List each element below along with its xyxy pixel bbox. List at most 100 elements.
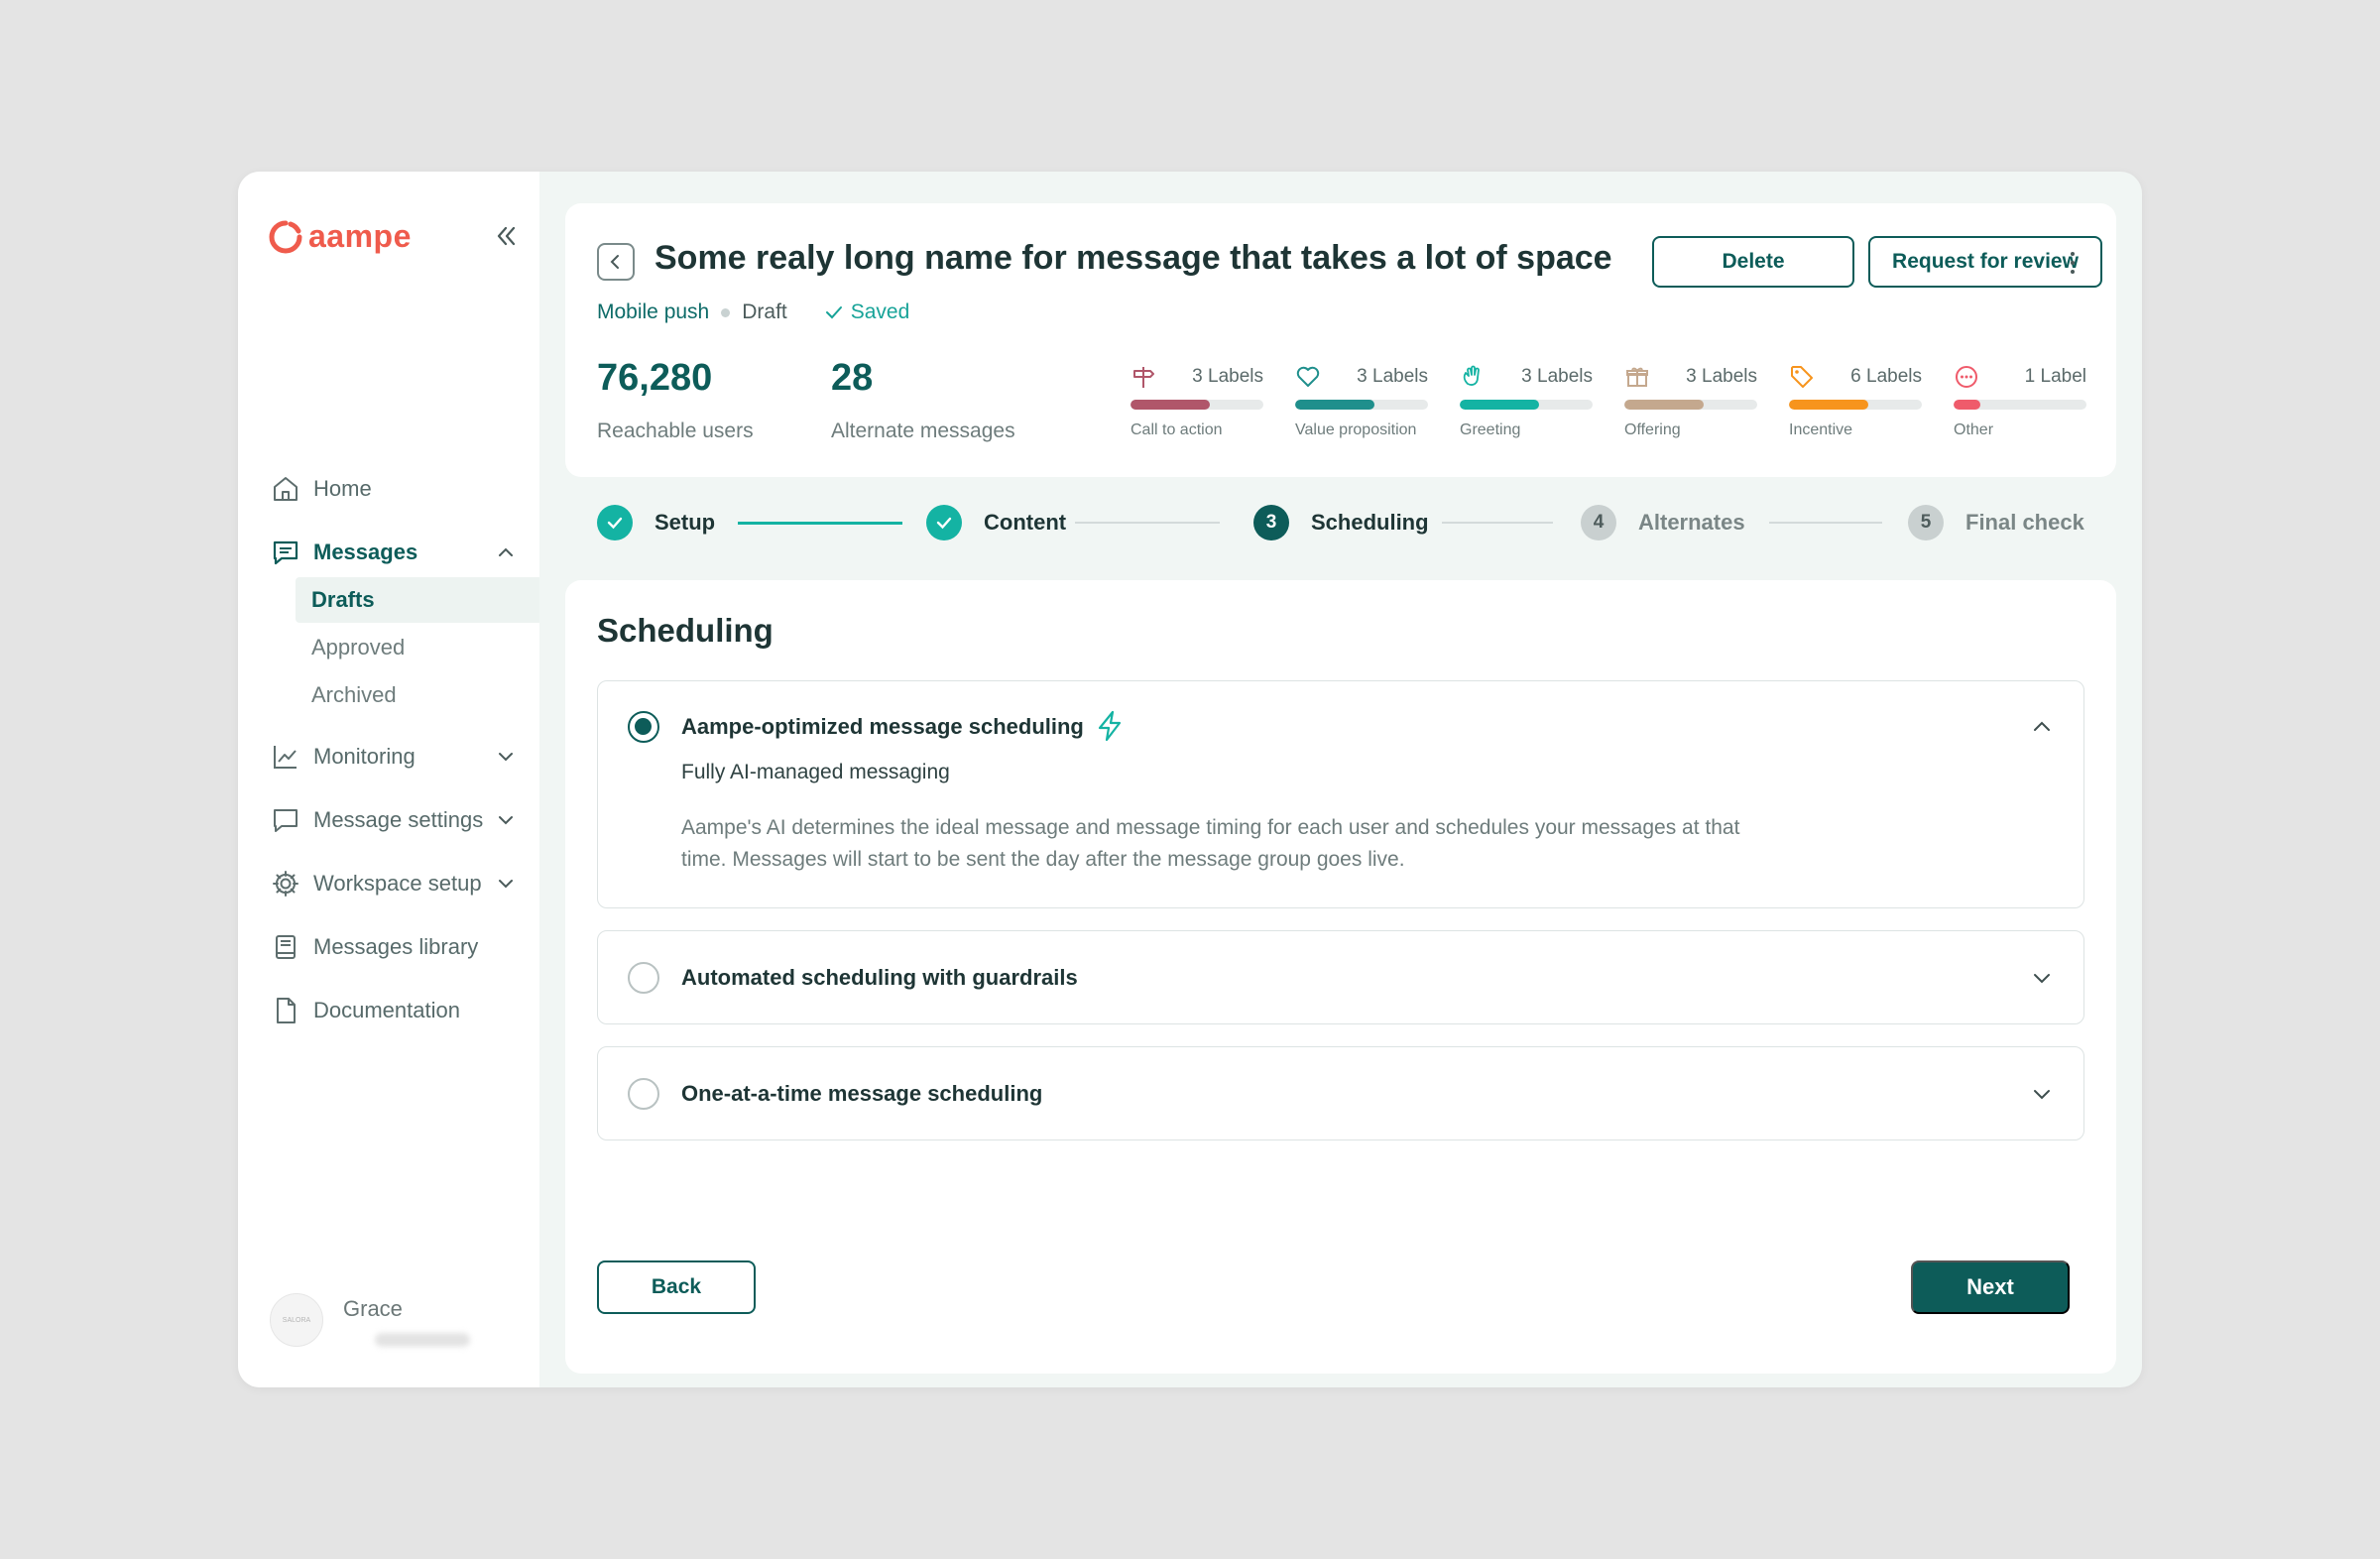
option-title: Automated scheduling with guardrails <box>681 965 1078 990</box>
step-label: Scheduling <box>1311 510 1429 535</box>
label-group-incentive[interactable]: 6 Labels Incentive <box>1789 364 1922 439</box>
step-content[interactable]: Content <box>926 475 1066 570</box>
monitoring-expand-toggle[interactable] <box>491 742 521 772</box>
option-description: Aampe's AI determines the ideal message … <box>681 816 1740 871</box>
reachable-users-label: Reachable users <box>597 420 754 442</box>
expand-option-button[interactable] <box>2026 1078 2058 1110</box>
label-bar <box>1460 400 1593 410</box>
step-final-check[interactable]: 5 Final check <box>1908 475 2084 570</box>
label-count: 6 Labels <box>1850 366 1922 387</box>
alternate-messages-label: Alternate messages <box>831 420 1015 442</box>
step-number: 3 <box>1253 505 1289 540</box>
channel-label: Mobile push <box>597 300 710 323</box>
progress-stepper: Setup Content 3 Scheduling 4 Alternates … <box>565 475 2116 570</box>
gift-icon <box>1626 367 1648 387</box>
nav-home[interactable]: Home <box>270 469 372 509</box>
next-button[interactable]: Next <box>1911 1260 2070 1314</box>
gear-icon <box>270 868 301 899</box>
scheduling-panel: Scheduling Aampe-optimized message sched… <box>565 580 2116 1374</box>
message-header: Some realy long name for message that ta… <box>565 203 2116 477</box>
nav-workspace-setup-label: Workspace setup <box>313 871 482 896</box>
saved-label: Saved <box>850 300 910 323</box>
message-settings-expand-toggle[interactable] <box>491 805 521 835</box>
chevron-down-icon <box>2034 1090 2050 1100</box>
option-guardrails[interactable]: Automated scheduling with guardrails <box>597 930 2084 1024</box>
step-connector <box>1442 522 1553 524</box>
tag-icon <box>1791 366 1813 388</box>
nav-documentation[interactable]: Documentation <box>270 991 460 1030</box>
nav-messages-library-label: Messages library <box>313 934 479 959</box>
label-bar-fill <box>1130 400 1211 410</box>
nav-sub-drafts[interactable]: Drafts <box>296 577 539 623</box>
messages-collapse-toggle[interactable] <box>491 538 521 567</box>
reachable-users-value: 76,280 <box>597 357 713 399</box>
chevron-down-icon <box>499 753 513 762</box>
label-name: Other <box>1954 421 1994 438</box>
step-label: Final check <box>1965 510 2084 535</box>
chat-settings-icon <box>270 804 301 836</box>
nav-sub-archived[interactable]: Archived <box>296 672 539 718</box>
label-group-other[interactable]: 1 Label Other <box>1954 364 2086 439</box>
label-count: 3 Labels <box>1686 366 1757 387</box>
user-profile[interactable]: SALORA Grace <box>270 1293 470 1347</box>
saved-indicator: Saved <box>823 300 910 324</box>
label-count: 3 Labels <box>1192 366 1263 387</box>
radio-one-at-a-time[interactable] <box>628 1078 659 1110</box>
nav-monitoring-label: Monitoring <box>313 744 416 769</box>
label-bar <box>1130 400 1263 410</box>
separator-dot <box>721 307 731 317</box>
label-name: Greeting <box>1460 421 1521 438</box>
label-group-value-proposition[interactable]: 3 Labels Value proposition <box>1295 364 1428 439</box>
back-arrow-button[interactable] <box>597 243 635 281</box>
label-group-offering[interactable]: 3 Labels Offering <box>1624 364 1757 439</box>
step-label: Content <box>984 510 1067 535</box>
delete-button[interactable]: Delete <box>1652 236 1854 288</box>
label-bar <box>1789 400 1922 410</box>
logo-text: aampe <box>308 218 412 254</box>
label-name: Call to action <box>1130 421 1223 438</box>
document-icon <box>270 995 301 1026</box>
expand-option-button[interactable] <box>2026 962 2058 994</box>
label-group-greeting[interactable]: 3 Labels Greeting <box>1460 364 1593 439</box>
step-setup[interactable]: Setup <box>597 475 715 570</box>
option-one-at-a-time[interactable]: One-at-a-time message scheduling <box>597 1046 2084 1140</box>
label-count: 3 Labels <box>1521 366 1593 387</box>
label-bar <box>1624 400 1757 410</box>
page-title: Some realy long name for message that ta… <box>654 239 1612 277</box>
double-chevron-left-icon <box>497 226 516 246</box>
nav-sub-approved[interactable]: Approved <box>296 625 539 670</box>
step-number: 5 <box>1908 505 1944 540</box>
signpost-icon <box>1133 367 1154 388</box>
avatar: SALORA <box>270 1293 323 1347</box>
home-icon <box>270 473 301 505</box>
radio-guardrails[interactable] <box>628 962 659 994</box>
nav-home-label: Home <box>313 476 372 501</box>
label-count: 1 Label <box>2024 366 2086 387</box>
chart-icon <box>270 741 301 773</box>
step-alternates[interactable]: 4 Alternates <box>1581 475 1745 570</box>
user-email-blurred <box>375 1333 470 1347</box>
more-options-icon[interactable] <box>2061 247 2084 279</box>
nav-monitoring[interactable]: Monitoring <box>270 737 416 777</box>
nav-message-settings[interactable]: Message settings <box>270 800 483 840</box>
label-name: Incentive <box>1789 421 1853 438</box>
label-group-call-to-action[interactable]: 3 Labels Call to action <box>1130 364 1263 439</box>
back-button[interactable]: Back <box>597 1260 756 1314</box>
nav-message-settings-label: Message settings <box>313 807 484 832</box>
radio-aampe-optimized[interactable] <box>628 711 659 743</box>
label-name: Value proposition <box>1295 421 1417 438</box>
workspace-setup-expand-toggle[interactable] <box>491 869 521 899</box>
option-aampe-optimized[interactable]: Aampe-optimized message scheduling Fully… <box>597 680 2084 908</box>
alternate-messages-value: 28 <box>831 357 874 399</box>
check-icon <box>825 306 842 319</box>
nav-workspace-setup[interactable]: Workspace setup <box>270 864 482 903</box>
nav-messages-library[interactable]: Messages library <box>270 927 478 967</box>
step-scheduling[interactable]: 3 Scheduling <box>1253 475 1429 570</box>
nav-messages-label: Messages <box>313 540 418 564</box>
logo[interactable]: aampe <box>269 218 412 255</box>
collapse-sidebar-button[interactable] <box>491 221 521 251</box>
collapse-option-button[interactable] <box>2026 711 2058 743</box>
step-check-circle <box>597 505 633 540</box>
nav-messages[interactable]: Messages <box>270 533 417 572</box>
option-title: One-at-a-time message scheduling <box>681 1081 1043 1106</box>
